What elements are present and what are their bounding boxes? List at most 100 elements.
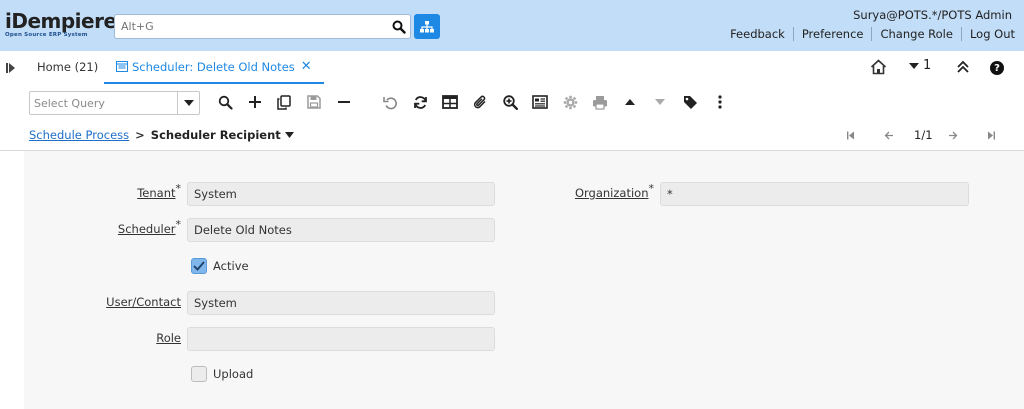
- close-tab-icon[interactable]: ✕: [301, 59, 312, 74]
- search-icon: [218, 95, 233, 110]
- undo-icon: [382, 96, 397, 109]
- open-windows-count: 1: [923, 58, 932, 73]
- tag-button[interactable]: [681, 93, 699, 111]
- find-record-button[interactable]: [216, 93, 234, 111]
- report-icon: [532, 95, 548, 109]
- breadcrumb-parent-link[interactable]: Schedule Process: [29, 128, 129, 142]
- window-icon: [116, 61, 128, 72]
- gear-icon: [563, 95, 577, 109]
- zoom-across-button[interactable]: [501, 93, 519, 111]
- last-record-icon[interactable]: [987, 131, 995, 140]
- field-label-text[interactable]: User/Contact: [106, 295, 181, 309]
- role-field[interactable]: [187, 327, 495, 351]
- open-windows-dropdown[interactable]: 1: [909, 58, 931, 73]
- log-out-link[interactable]: Log Out: [970, 27, 1015, 41]
- grid-toggle-button[interactable]: [441, 93, 459, 111]
- field-label-text[interactable]: Organization: [575, 186, 649, 200]
- required-asterisk: *: [175, 182, 182, 196]
- caret-down-icon: [183, 100, 194, 106]
- grid-toggle-icon: [442, 95, 458, 109]
- global-search-input[interactable]: [114, 14, 388, 39]
- upload-checkbox[interactable]: [191, 366, 207, 382]
- help-icon[interactable]: ?: [990, 61, 1004, 75]
- print-button[interactable]: [591, 93, 609, 111]
- checkmark-icon: [193, 261, 205, 271]
- home-icon[interactable]: [870, 59, 887, 75]
- caret-up-icon: [625, 99, 635, 105]
- previous-record-icon[interactable]: [884, 131, 894, 140]
- required-asterisk: *: [175, 218, 182, 232]
- plus-icon: [249, 96, 261, 108]
- field-label-text[interactable]: Tenant: [137, 186, 175, 200]
- caret-down-icon[interactable]: [284, 132, 294, 138]
- organization-field[interactable]: *: [660, 182, 969, 206]
- breadcrumb: Schedule Process > Scheduler Recipient: [29, 128, 294, 142]
- sitemap-icon: [420, 20, 434, 32]
- organization-label: Organization*: [520, 183, 654, 200]
- user-contact-field[interactable]: System: [187, 291, 495, 315]
- zoom-in-icon: [502, 94, 518, 110]
- more-vertical-icon: [718, 95, 722, 109]
- upload-label: Upload: [213, 367, 254, 381]
- delete-record-button[interactable]: [335, 93, 353, 111]
- collapse-panel-icon[interactable]: [6, 62, 16, 74]
- upload-checkbox-row[interactable]: Upload: [191, 366, 253, 382]
- breadcrumb-current-tab[interactable]: Scheduler Recipient: [151, 128, 281, 142]
- save-icon: [307, 95, 321, 109]
- feedback-link[interactable]: Feedback: [730, 27, 785, 41]
- next-record-icon[interactable]: [948, 131, 958, 140]
- double-chevron-up-icon[interactable]: [956, 60, 970, 74]
- preference-link[interactable]: Preference: [802, 27, 864, 41]
- tenant-field[interactable]: System: [187, 182, 495, 206]
- field-label-text[interactable]: Scheduler: [118, 222, 176, 236]
- minus-icon: [338, 101, 350, 103]
- idempiere-logo[interactable]: iDempiere Open Source ERP System: [5, 9, 117, 40]
- caret-down-icon: [655, 99, 665, 105]
- breadcrumb-separator: >: [135, 128, 145, 142]
- more-actions-button[interactable]: [711, 93, 729, 111]
- logo-text: iDempiere: [5, 9, 117, 33]
- paperclip-icon: [473, 95, 486, 108]
- query-dropdown-button[interactable]: [177, 92, 199, 114]
- active-label: Active: [213, 259, 249, 273]
- first-record-icon[interactable]: [847, 131, 855, 140]
- link-separator: [960, 27, 962, 41]
- active-checkbox[interactable]: [191, 258, 207, 274]
- search-icon: [392, 20, 406, 34]
- scheduler-field[interactable]: Delete Old Notes: [187, 218, 495, 242]
- tenant-label: Tenant*: [80, 183, 181, 200]
- report-button[interactable]: [531, 93, 549, 111]
- change-role-link[interactable]: Change Role: [880, 27, 952, 41]
- scheduler-label: Scheduler*: [80, 219, 181, 236]
- process-button[interactable]: [561, 93, 579, 111]
- record-position: 1/1: [914, 128, 933, 142]
- select-query-combo[interactable]: [29, 91, 200, 115]
- detail-record-button[interactable]: [651, 93, 669, 111]
- active-checkbox-row[interactable]: Active: [191, 258, 249, 274]
- header-links: Feedback Preference Change Role Log Out: [730, 27, 1015, 41]
- select-query-input[interactable]: [34, 95, 174, 111]
- user-contact-label: User/Contact: [80, 295, 181, 309]
- attachment-button[interactable]: [471, 93, 489, 111]
- printer-icon: [593, 95, 607, 110]
- tab-label: Scheduler: Delete Old Notes: [132, 59, 295, 74]
- app-header: iDempiere Open Source ERP System Surya@P…: [0, 0, 1024, 51]
- tag-icon: [683, 95, 697, 109]
- undo-button[interactable]: [381, 93, 399, 111]
- field-label-text[interactable]: Role: [156, 331, 181, 345]
- tab-scheduler-delete-old-notes[interactable]: Scheduler: Delete Old Notes ✕: [104, 51, 324, 84]
- tab-home[interactable]: Home (21): [37, 60, 98, 74]
- new-record-button[interactable]: [246, 93, 264, 111]
- global-search-button[interactable]: [387, 14, 411, 39]
- required-asterisk: *: [648, 182, 655, 196]
- refresh-button[interactable]: [411, 93, 429, 111]
- save-record-button[interactable]: [305, 93, 323, 111]
- refresh-icon: [413, 95, 427, 109]
- role-label: Role: [80, 331, 181, 345]
- menu-tree-button[interactable]: [414, 14, 440, 39]
- parent-record-button[interactable]: [621, 93, 639, 111]
- caret-down-icon: [909, 62, 919, 69]
- copy-icon: [277, 94, 291, 110]
- copy-record-button[interactable]: [275, 93, 293, 111]
- link-separator: [792, 27, 794, 41]
